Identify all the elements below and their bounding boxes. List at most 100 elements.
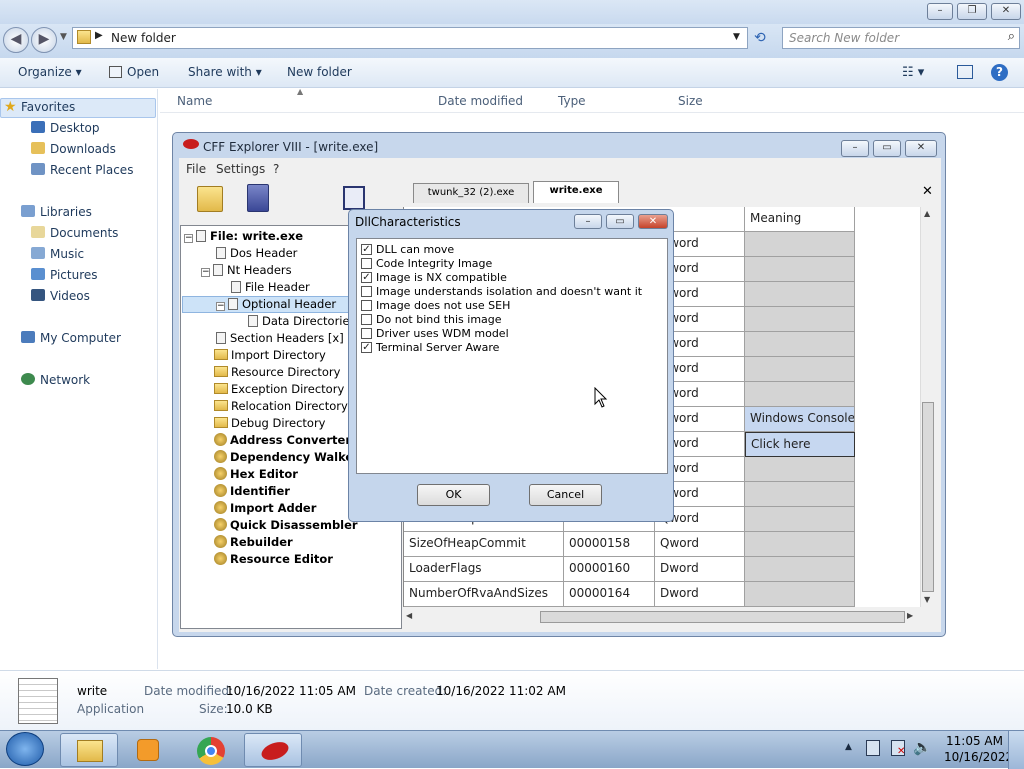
cff-maximize-button[interactable]: ▭: [873, 140, 901, 157]
address-dropdown-icon[interactable]: ▼: [733, 32, 740, 42]
grid-size-cell[interactable]: Dword: [655, 582, 745, 607]
grid-size-cell[interactable]: Dword: [655, 557, 745, 582]
menu-settings[interactable]: Settings: [216, 162, 265, 176]
search-icon[interactable]: ⌕: [1008, 29, 1015, 44]
address-bar[interactable]: ▶ New folder ▼: [72, 27, 748, 49]
option-checkbox[interactable]: [361, 314, 372, 325]
new-folder-button[interactable]: New folder: [287, 65, 352, 79]
dll-option[interactable]: ✓ Image is NX compatible: [357, 271, 657, 285]
menu-help[interactable]: ?: [273, 162, 279, 176]
help-icon[interactable]: ?: [991, 64, 1008, 81]
open-button[interactable]: Open: [109, 65, 159, 79]
tree-rebuilder[interactable]: Rebuilder: [214, 535, 293, 549]
tree-root[interactable]: − File: write.exe: [184, 229, 303, 243]
tree-data-directories[interactable]: Data Directories [x]: [248, 314, 348, 328]
grid-size-cell[interactable]: Qword: [655, 532, 745, 557]
open-file-icon[interactable]: [197, 186, 223, 212]
tree-optional-header[interactable]: − Optional Header: [182, 296, 350, 313]
close-tab-icon[interactable]: ✕: [922, 184, 933, 199]
tree-nt-headers[interactable]: − Nt Headers: [201, 263, 292, 277]
tray-expand-icon[interactable]: ▲: [845, 742, 852, 752]
tree-resource-editor[interactable]: Resource Editor: [214, 552, 333, 566]
tree-resource-directory[interactable]: Resource Directory: [214, 365, 340, 379]
taskbar-explorer[interactable]: [60, 733, 118, 767]
nav-music[interactable]: Music: [31, 247, 84, 261]
scroll-up-icon[interactable]: ▲: [924, 209, 930, 218]
scroll-right-icon[interactable]: ▶: [907, 611, 913, 620]
grid-offset-cell[interactable]: 00000160: [564, 557, 655, 582]
grid-offset-cell[interactable]: 00000158: [564, 532, 655, 557]
tray-action-center-icon[interactable]: [866, 740, 880, 756]
share-with-button[interactable]: Share with ▾: [188, 65, 262, 79]
back-button[interactable]: ◀: [3, 27, 29, 53]
nav-documents[interactable]: Documents: [31, 226, 118, 240]
tree-hex-editor[interactable]: Hex Editor: [214, 467, 298, 481]
tree-section-headers[interactable]: Section Headers [x]: [216, 331, 344, 345]
taskbar-chrome[interactable]: [182, 733, 240, 767]
option-checkbox[interactable]: [361, 328, 372, 339]
grid-offset-cell[interactable]: 00000164: [564, 582, 655, 607]
minimize-button[interactable]: –: [927, 3, 953, 20]
save-icon[interactable]: [247, 184, 269, 212]
vertical-scrollbar[interactable]: ▲ ▼: [920, 207, 934, 607]
tree-import-directory[interactable]: Import Directory: [214, 348, 326, 362]
tree-dos-header[interactable]: Dos Header: [216, 246, 297, 260]
tab-write[interactable]: write.exe: [533, 181, 619, 203]
dll-option[interactable]: Code Integrity Image: [357, 257, 657, 271]
cff-minimize-button[interactable]: –: [841, 140, 869, 157]
close-button[interactable]: ✕: [991, 3, 1021, 20]
nav-network[interactable]: Network: [21, 373, 90, 387]
dll-option[interactable]: ✓ Terminal Server Aware: [357, 341, 657, 355]
clock-date[interactable]: 10/16/2022: [944, 750, 1013, 764]
option-checkbox[interactable]: ✓: [361, 342, 372, 353]
tree-address-converter[interactable]: Address Converter: [214, 433, 351, 447]
tray-network-icon[interactable]: ✕: [891, 740, 905, 757]
scroll-left-icon[interactable]: ◀: [406, 611, 412, 620]
nav-desktop[interactable]: Desktop: [31, 121, 100, 135]
tree-debug-directory[interactable]: Debug Directory: [214, 416, 325, 430]
dialog-maximize-button[interactable]: ▭: [606, 214, 634, 229]
grid-member-cell[interactable]: NumberOfRvaAndSizes: [404, 582, 564, 607]
forward-button[interactable]: ▶: [31, 27, 57, 53]
start-button[interactable]: [6, 732, 44, 766]
option-checkbox[interactable]: [361, 286, 372, 297]
breadcrumb-chevron-icon[interactable]: ▶: [95, 30, 103, 41]
ok-button[interactable]: OK: [417, 484, 490, 506]
show-desktop-button[interactable]: [1008, 731, 1024, 769]
cff-close-button[interactable]: ✕: [905, 140, 937, 157]
grid-member-cell[interactable]: LoaderFlags: [404, 557, 564, 582]
clock-time[interactable]: 11:05 AM: [946, 734, 1003, 748]
nav-videos[interactable]: Videos: [31, 289, 90, 303]
tab-twunk[interactable]: twunk_32 (2).exe: [413, 183, 529, 203]
cancel-button[interactable]: Cancel: [529, 484, 602, 506]
tray-volume-icon[interactable]: 🔈: [913, 738, 932, 756]
dialog-minimize-button[interactable]: –: [574, 214, 602, 229]
option-checkbox[interactable]: ✓: [361, 272, 372, 283]
tree-exception-directory[interactable]: Exception Directory: [214, 382, 344, 396]
taskbar-media-player[interactable]: [120, 733, 178, 767]
windows-view-icon[interactable]: [343, 186, 365, 210]
dll-option[interactable]: ✓ DLL can move: [357, 243, 657, 257]
preview-pane-icon[interactable]: [957, 65, 973, 79]
recent-pages-dropdown[interactable]: ▼: [60, 32, 67, 42]
option-checkbox[interactable]: ✓: [361, 244, 372, 255]
option-checkbox[interactable]: [361, 258, 372, 269]
column-name[interactable]: Name: [177, 94, 212, 108]
dll-option[interactable]: Driver uses WDM model: [357, 327, 657, 341]
option-checkbox[interactable]: [361, 300, 372, 311]
dialog-close-button[interactable]: ✕: [638, 214, 668, 229]
scroll-down-icon[interactable]: ▼: [924, 595, 930, 604]
tree-relocation-directory[interactable]: Relocation Directory: [214, 399, 348, 413]
taskbar-cff-explorer[interactable]: [244, 733, 302, 767]
search-input[interactable]: Search New folder ⌕: [782, 27, 1020, 49]
tree-import-adder[interactable]: Import Adder: [214, 501, 316, 515]
hscroll-thumb[interactable]: [540, 611, 905, 623]
nav-favorites[interactable]: ★ Favorites: [0, 98, 156, 118]
dll-option[interactable]: Do not bind this image: [357, 313, 657, 327]
tree-identifier[interactable]: Identifier: [214, 484, 290, 498]
maximize-button[interactable]: ❐: [957, 3, 987, 20]
nav-pictures[interactable]: Pictures: [31, 268, 98, 282]
tree-quick-disassembler[interactable]: Quick Disassembler: [214, 518, 358, 532]
meaning-click-here[interactable]: Click here: [745, 432, 855, 457]
dll-option[interactable]: Image does not use SEH: [357, 299, 657, 313]
